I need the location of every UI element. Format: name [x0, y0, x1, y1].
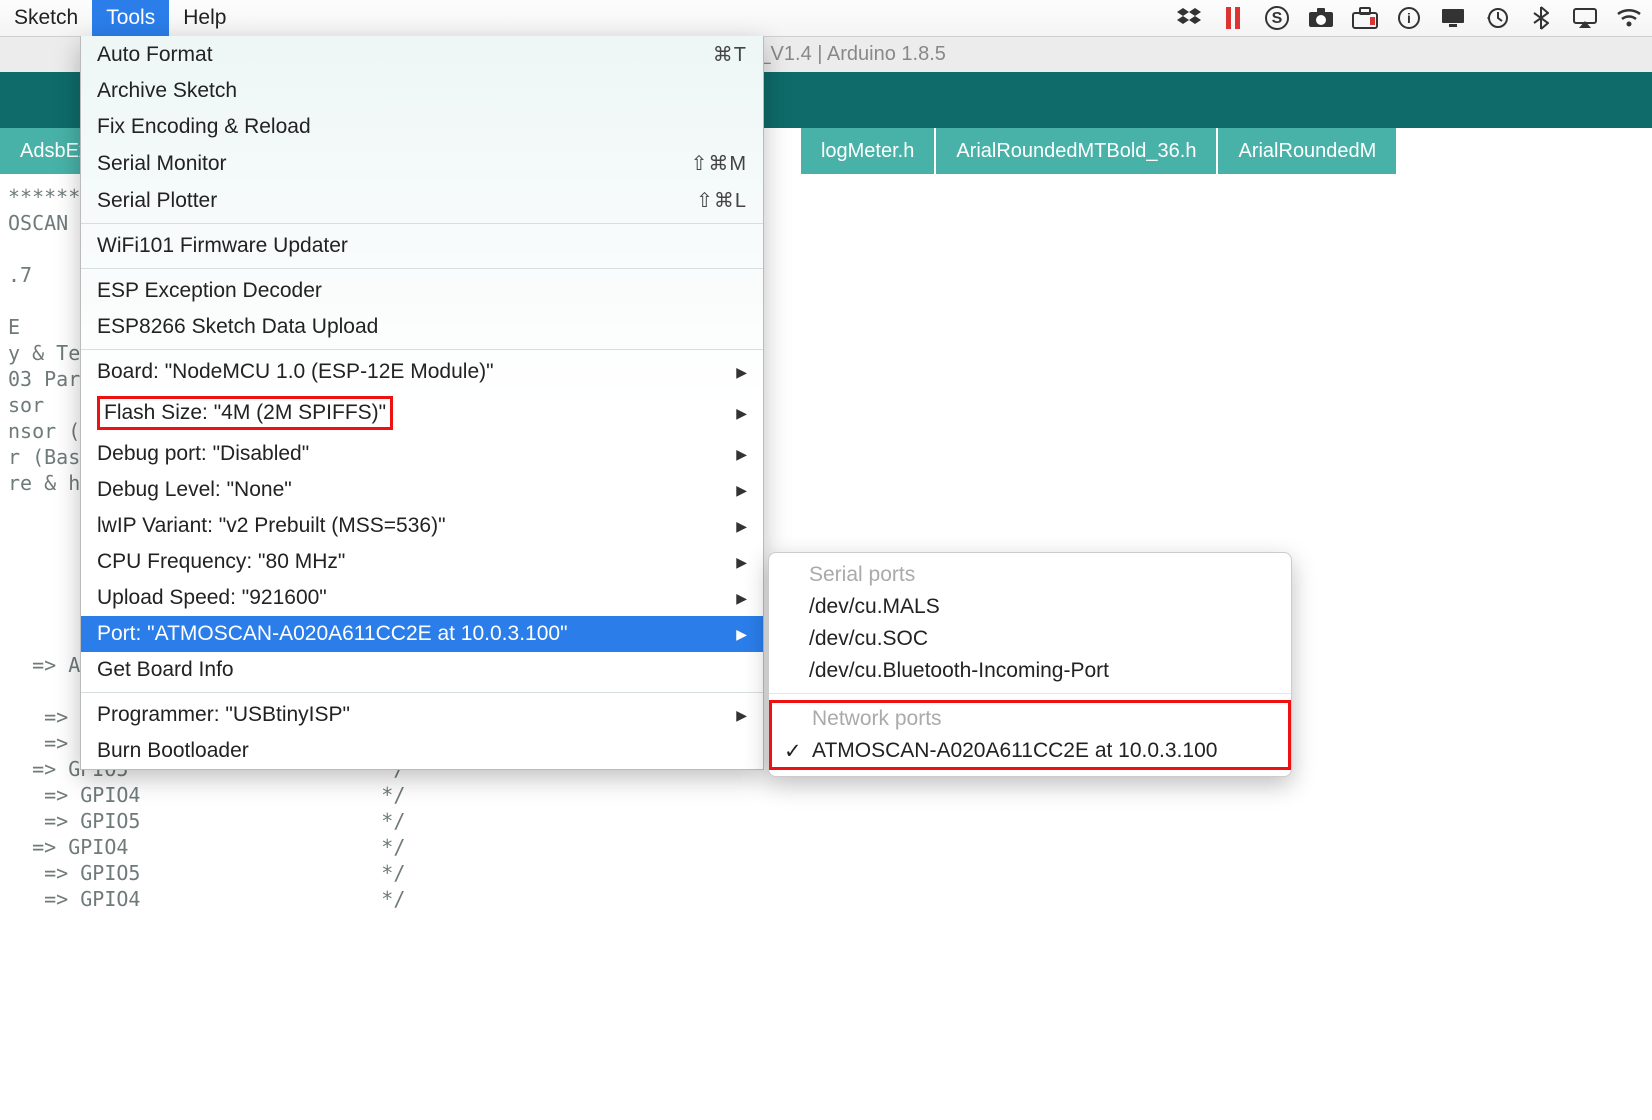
svg-text:i: i — [1407, 10, 1411, 26]
tools-item[interactable]: Debug Level: "None"▶ — [81, 472, 763, 508]
tools-item[interactable]: Archive Sketch — [81, 73, 763, 109]
tools-item[interactable]: WiFi101 Firmware Updater — [81, 228, 763, 264]
submenu-arrow-icon: ▶ — [736, 554, 747, 571]
tools-item[interactable]: Burn Bootloader — [81, 733, 763, 769]
submenu-arrow-icon: ▶ — [736, 707, 747, 724]
skype-icon[interactable]: S — [1264, 7, 1290, 29]
menubar-tray: S i — [1176, 7, 1652, 29]
tab-logmeter[interactable]: logMeter.h — [801, 128, 934, 174]
tools-item[interactable]: Upload Speed: "921600"▶ — [81, 580, 763, 616]
tools-item[interactable]: Serial Plotter⇧⌘L — [81, 182, 763, 219]
tools-dropdown: Auto Format⌘TArchive SketchFix Encoding … — [80, 36, 764, 770]
menubar-sketch[interactable]: Sketch — [0, 0, 92, 36]
menubar-help[interactable]: Help — [169, 0, 240, 36]
mac-menubar: Sketch Tools Help S i — [0, 0, 1652, 36]
menubar-tools[interactable]: Tools — [92, 0, 169, 36]
submenu-arrow-icon: ▶ — [736, 364, 747, 381]
port-section-header: Network ports — [772, 703, 1288, 735]
tab-arialbold36[interactable]: ArialRoundedMTBold_36.h — [936, 128, 1216, 174]
info-icon[interactable]: i — [1396, 7, 1422, 29]
tools-item[interactable]: Board: "NodeMCU 1.0 (ESP-12E Module)"▶ — [81, 354, 763, 390]
tools-item[interactable]: Auto Format⌘T — [81, 36, 763, 73]
tools-item[interactable]: Get Board Info — [81, 652, 763, 688]
tab-arialroundec[interactable]: ArialRoundedM — [1218, 128, 1396, 174]
tools-item[interactable]: Debug port: "Disabled"▶ — [81, 436, 763, 472]
airplay-icon[interactable] — [1572, 7, 1598, 29]
tools-item[interactable]: Programmer: "USBtinyISP"▶ — [81, 697, 763, 733]
bluetooth-icon[interactable] — [1528, 7, 1554, 29]
tools-item[interactable]: ESP Exception Decoder — [81, 273, 763, 309]
toolbox-icon[interactable] — [1352, 7, 1378, 29]
check-icon: ✓ — [784, 739, 802, 764]
port-section-header: Serial ports — [769, 559, 1291, 591]
pause-icon[interactable] — [1220, 7, 1246, 29]
svg-text:S: S — [1272, 10, 1283, 27]
port-submenu: Serial ports/dev/cu.MALS/dev/cu.SOC/dev/… — [768, 552, 1292, 777]
tools-item[interactable]: ESP8266 Sketch Data Upload — [81, 309, 763, 345]
tools-item[interactable]: Flash Size: "4M (2M SPIFFS)"▶ — [81, 390, 763, 436]
tools-item[interactable]: Port: "ATMOSCAN-A020A611CC2E at 10.0.3.1… — [81, 616, 763, 652]
port-item[interactable]: /dev/cu.MALS — [769, 591, 1291, 623]
display-icon[interactable] — [1440, 7, 1466, 29]
submenu-arrow-icon: ▶ — [736, 405, 747, 422]
submenu-arrow-icon: ▶ — [736, 446, 747, 463]
wifi-icon[interactable] — [1616, 7, 1642, 29]
submenu-arrow-icon: ▶ — [736, 518, 747, 535]
port-item[interactable]: /dev/cu.Bluetooth-Incoming-Port — [769, 655, 1291, 687]
submenu-arrow-icon: ▶ — [736, 482, 747, 499]
submenu-arrow-icon: ▶ — [736, 590, 747, 607]
camera-icon[interactable] — [1308, 7, 1334, 29]
tools-item[interactable]: Fix Encoding & Reload — [81, 109, 763, 145]
port-item[interactable]: /dev/cu.SOC — [769, 623, 1291, 655]
dropbox-icon[interactable] — [1176, 7, 1202, 29]
tools-item[interactable]: lwIP Variant: "v2 Prebuilt (MSS=536)"▶ — [81, 508, 763, 544]
tools-item[interactable]: CPU Frequency: "80 MHz"▶ — [81, 544, 763, 580]
port-item[interactable]: ✓ATMOSCAN-A020A611CC2E at 10.0.3.100 — [772, 735, 1288, 767]
submenu-arrow-icon: ▶ — [736, 626, 747, 643]
tools-item[interactable]: Serial Monitor⇧⌘M — [81, 145, 763, 182]
history-icon[interactable] — [1484, 7, 1510, 29]
